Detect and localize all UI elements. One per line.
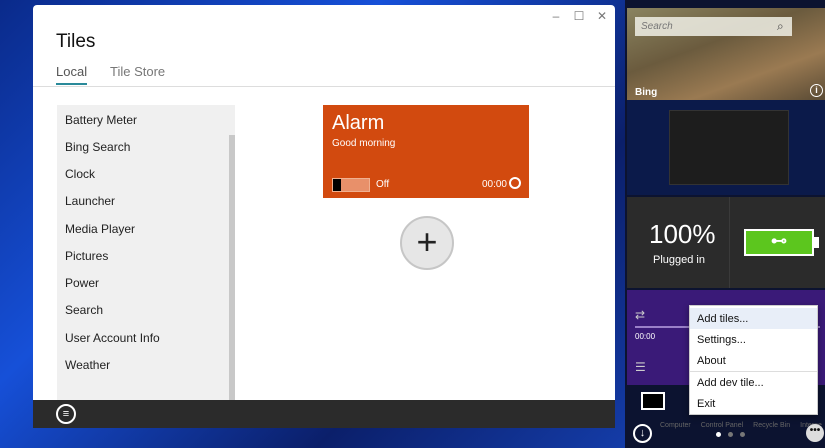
menu-item-add-tiles[interactable]: Add tiles... [690,308,817,329]
list-item[interactable]: Search [65,303,103,317]
divider [33,86,615,87]
download-icon[interactable]: ↓ [633,424,652,443]
alarm-toggle[interactable] [332,178,370,192]
page-dot[interactable] [740,432,745,437]
battery-tile[interactable]: 100% Plugged in ⊷ [627,197,825,288]
list-item[interactable]: Clock [65,167,95,181]
list-item[interactable]: Bing Search [65,140,130,154]
context-menu: Add tiles... Settings... About Add dev t… [689,305,818,415]
more-options-icon[interactable]: ••• [806,424,824,442]
page-dot[interactable] [716,432,721,437]
alarm-toggle-label: Off [376,179,390,190]
page-dot[interactable] [728,432,733,437]
taskbar-label[interactable]: Recycle Bin [753,422,790,429]
taskbar-label[interactable]: Computer [660,422,691,429]
menu-item-settings[interactable]: Settings... [690,329,817,350]
minimize-button[interactable]: – [547,9,565,23]
alarm-title: Alarm [332,112,385,134]
list-item[interactable]: Weather [65,358,110,372]
tab-local[interactable]: Local [56,64,88,85]
tile-list: Battery Meter Bing Search Clock Launcher… [57,105,235,400]
list-item[interactable]: Pictures [65,249,108,263]
media-time: 00:00 [635,332,656,341]
scrollbar[interactable] [229,135,235,400]
repeat-icon[interactable]: ⇄ [635,308,645,322]
bing-tile[interactable]: Search ⌕ Bing i [627,8,825,100]
taskbar-labels: Computer Control Panel Recycle Bin Inter… [625,422,825,429]
menu-item-add-dev-tile[interactable]: Add dev tile... [690,372,817,393]
list-item[interactable]: Media Player [65,222,135,236]
alarm-tile[interactable]: Alarm Good morning Off 00:00 [323,105,529,198]
list-item[interactable]: Power [65,276,99,290]
search-icon[interactable]: ⌕ [777,19,784,34]
playlist-icon[interactable]: ☰ [635,360,646,374]
battery-status: Plugged in [653,254,705,266]
close-button[interactable]: ✕ [593,9,611,23]
explorer-window-thumbnail [669,110,789,185]
list-item[interactable]: User Account Info [65,331,160,345]
tiles-window: – ☐ ✕ Tiles Local Tile Store Battery Met… [33,5,615,428]
list-settings-icon[interactable]: ≡ [56,404,76,424]
menu-item-about[interactable]: About [690,350,817,371]
menu-item-exit[interactable]: Exit [690,393,817,414]
battery-icon: ⊷ [744,229,814,256]
alarm-subtitle: Good morning [332,138,396,149]
info-icon[interactable]: i [810,84,823,97]
list-item[interactable]: Launcher [65,194,115,208]
add-tile-button[interactable]: + [400,216,454,270]
desktop-preview-tile[interactable] [627,100,825,195]
maximize-button[interactable]: ☐ [570,9,588,23]
battery-percent: 100% [649,219,716,249]
alarm-time: 00:00 [481,179,507,190]
bing-label: Bing [635,87,658,98]
clock-icon [509,177,521,189]
list-item[interactable]: Battery Meter [65,113,137,127]
taskbar-label[interactable]: Control Panel [701,422,743,429]
computer-icon[interactable] [641,392,665,410]
bottom-bar: ≡ [33,400,615,428]
tab-tile-store[interactable]: Tile Store [110,64,165,79]
page-title: Tiles [56,31,96,52]
bing-search-input[interactable]: Search [635,17,792,36]
